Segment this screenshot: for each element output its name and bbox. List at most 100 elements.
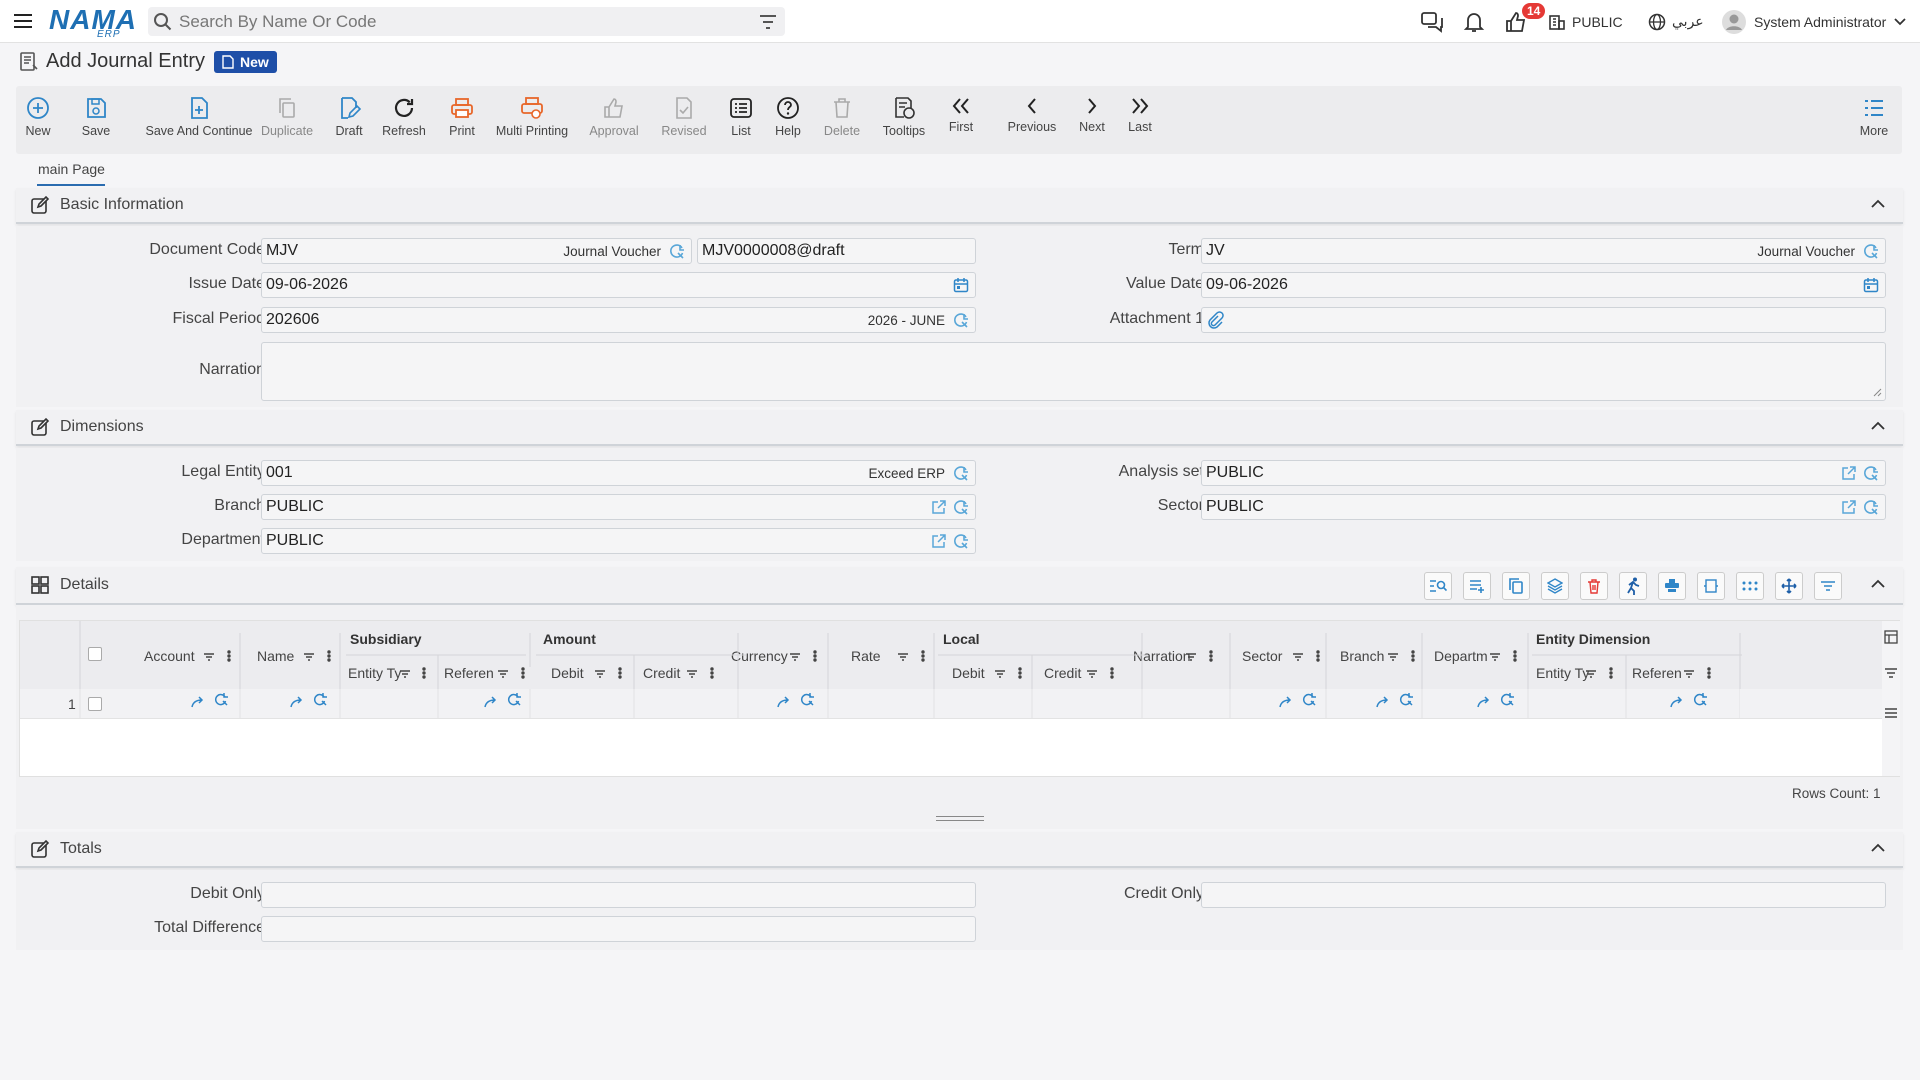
first-button[interactable]: First [945, 86, 977, 154]
section-title: Details [60, 576, 109, 593]
language-label: عربي [1672, 13, 1704, 29]
lookup-icon[interactable] [952, 533, 969, 550]
lookup-icon[interactable] [952, 312, 969, 329]
document-code-tag: Journal Voucher [563, 244, 661, 259]
columns-icon[interactable] [1884, 630, 1898, 644]
notification-badge: 14 [1522, 3, 1546, 19]
multi-printing-button[interactable]: Multi Printing [496, 86, 568, 154]
dimensions-header[interactable]: Dimensions [16, 410, 1903, 446]
branch-field[interactable]: PUBLIC [261, 494, 976, 520]
chevron-up-icon[interactable] [1871, 843, 1885, 852]
next-button[interactable]: Next [1075, 86, 1109, 154]
lookup-icon[interactable] [668, 243, 685, 260]
fiscal-period-tag: 2026 - JUNE [867, 313, 945, 328]
document-code-field[interactable]: MJV Journal Voucher [261, 238, 692, 264]
copy-row-icon[interactable] [1502, 572, 1530, 600]
filter-icon[interactable] [759, 14, 777, 30]
stamp-icon[interactable] [1658, 572, 1686, 600]
lookup-icon[interactable] [1862, 499, 1879, 516]
help-button[interactable]: Help [773, 86, 803, 154]
issue-date-label: Issue Date [188, 275, 265, 292]
basic-information-header[interactable]: Basic Information [16, 188, 1903, 224]
global-search[interactable]: Search By Name Or Code [148, 7, 785, 36]
menu-lines-icon[interactable] [1884, 707, 1898, 719]
term-field[interactable]: JV Journal Voucher [1201, 238, 1886, 264]
app-logo[interactable]: NAMA ERP [49, 4, 137, 40]
filter-rows-icon[interactable] [1814, 572, 1842, 600]
issue-date-field[interactable]: 09-06-2026 [261, 272, 976, 298]
duplicate-button[interactable]: Duplicate [258, 86, 316, 154]
search-input[interactable]: Search By Name Or Code [179, 12, 376, 32]
lookup-icon[interactable] [952, 499, 969, 516]
value-date-field[interactable]: 09-06-2026 [1201, 272, 1886, 298]
calendar-icon[interactable] [953, 277, 969, 293]
company-selector[interactable]: PUBLIC [1548, 0, 1623, 43]
revised-button[interactable]: Revised [661, 86, 707, 154]
open-link-icon[interactable] [931, 499, 947, 515]
paperclip-icon[interactable] [1206, 311, 1224, 329]
lookup-icon[interactable] [1862, 465, 1879, 482]
run-icon[interactable] [1619, 572, 1647, 600]
chevron-up-icon[interactable] [1871, 421, 1885, 430]
row-action-icons[interactable] [20, 689, 1740, 719]
filter-icon[interactable] [1884, 667, 1898, 679]
print-button[interactable]: Print [445, 86, 479, 154]
resize-handle-icon[interactable] [1872, 387, 1882, 397]
move-icon[interactable] [1775, 572, 1803, 600]
fiscal-period-field[interactable]: 202606 2026 - JUNE [261, 307, 976, 333]
file-plus-icon [191, 97, 208, 119]
open-link-icon[interactable] [1841, 499, 1857, 515]
lookup-icon[interactable] [1862, 243, 1879, 260]
attachment-field[interactable] [1201, 307, 1886, 333]
delete-button[interactable]: Delete [822, 86, 862, 154]
narration-textarea[interactable] [261, 342, 1886, 401]
sector-field[interactable]: PUBLIC [1201, 494, 1886, 520]
active-tab-indicator [37, 184, 105, 186]
trash-icon [834, 98, 850, 118]
tab-main-page[interactable]: main Page [37, 161, 105, 186]
bell-icon[interactable] [1463, 0, 1485, 43]
calendar-icon[interactable] [1863, 277, 1879, 293]
document-number-field[interactable]: MJV0000008@draft [697, 238, 976, 264]
analysis-set-field[interactable]: PUBLIC [1201, 460, 1886, 486]
credit-only-field [1201, 882, 1886, 908]
resize-handle[interactable] [936, 816, 984, 821]
chevron-up-icon[interactable] [1871, 579, 1885, 588]
legal-entity-field[interactable]: 001 Exceed ERP [261, 460, 976, 486]
status-badge: New [213, 50, 277, 73]
chevron-up-icon[interactable] [1871, 199, 1885, 208]
refresh-button[interactable]: Refresh [380, 86, 428, 154]
new-button[interactable]: New [24, 86, 52, 154]
layers-icon[interactable] [1541, 572, 1569, 600]
insert-row-icon[interactable] [1463, 572, 1491, 600]
delete-row-icon[interactable] [1580, 572, 1608, 600]
open-link-icon[interactable] [931, 533, 947, 549]
fit-columns-icon[interactable] [1697, 572, 1725, 600]
tooltips-button[interactable]: Tooltips [882, 86, 926, 154]
hamburger-menu-icon[interactable] [12, 10, 34, 32]
last-button[interactable]: Last [1124, 86, 1156, 154]
more-button[interactable]: More [1858, 86, 1890, 154]
department-field[interactable]: PUBLIC [261, 528, 976, 554]
approval-button[interactable]: Approval [589, 86, 639, 154]
grid-header: Subsidiary Amount Local Entity Dimension… [20, 621, 1882, 689]
fiscal-period-label: Fiscal Period [172, 310, 265, 327]
user-menu[interactable]: System Administrator [1722, 0, 1906, 43]
printer-icon [451, 98, 473, 118]
messages-icon[interactable] [1420, 0, 1444, 43]
previous-button[interactable]: Previous [1006, 86, 1058, 154]
save-button[interactable]: Save [78, 86, 114, 154]
draft-button[interactable]: Draft [329, 86, 369, 154]
search-icon [153, 12, 173, 32]
company-name: PUBLIC [1572, 13, 1623, 30]
totals-header[interactable]: Totals [16, 832, 1903, 868]
search-rows-icon[interactable] [1424, 572, 1452, 600]
language-selector[interactable]: عربي [1648, 0, 1704, 43]
lookup-icon[interactable] [952, 465, 969, 482]
dots-grid-icon[interactable] [1736, 572, 1764, 600]
refresh-icon [394, 98, 414, 117]
list-button[interactable]: List [728, 86, 754, 154]
save-and-continue-button[interactable]: Save And Continue [131, 86, 267, 154]
open-link-icon[interactable] [1841, 465, 1857, 481]
table-row[interactable]: 1 [20, 689, 1882, 719]
